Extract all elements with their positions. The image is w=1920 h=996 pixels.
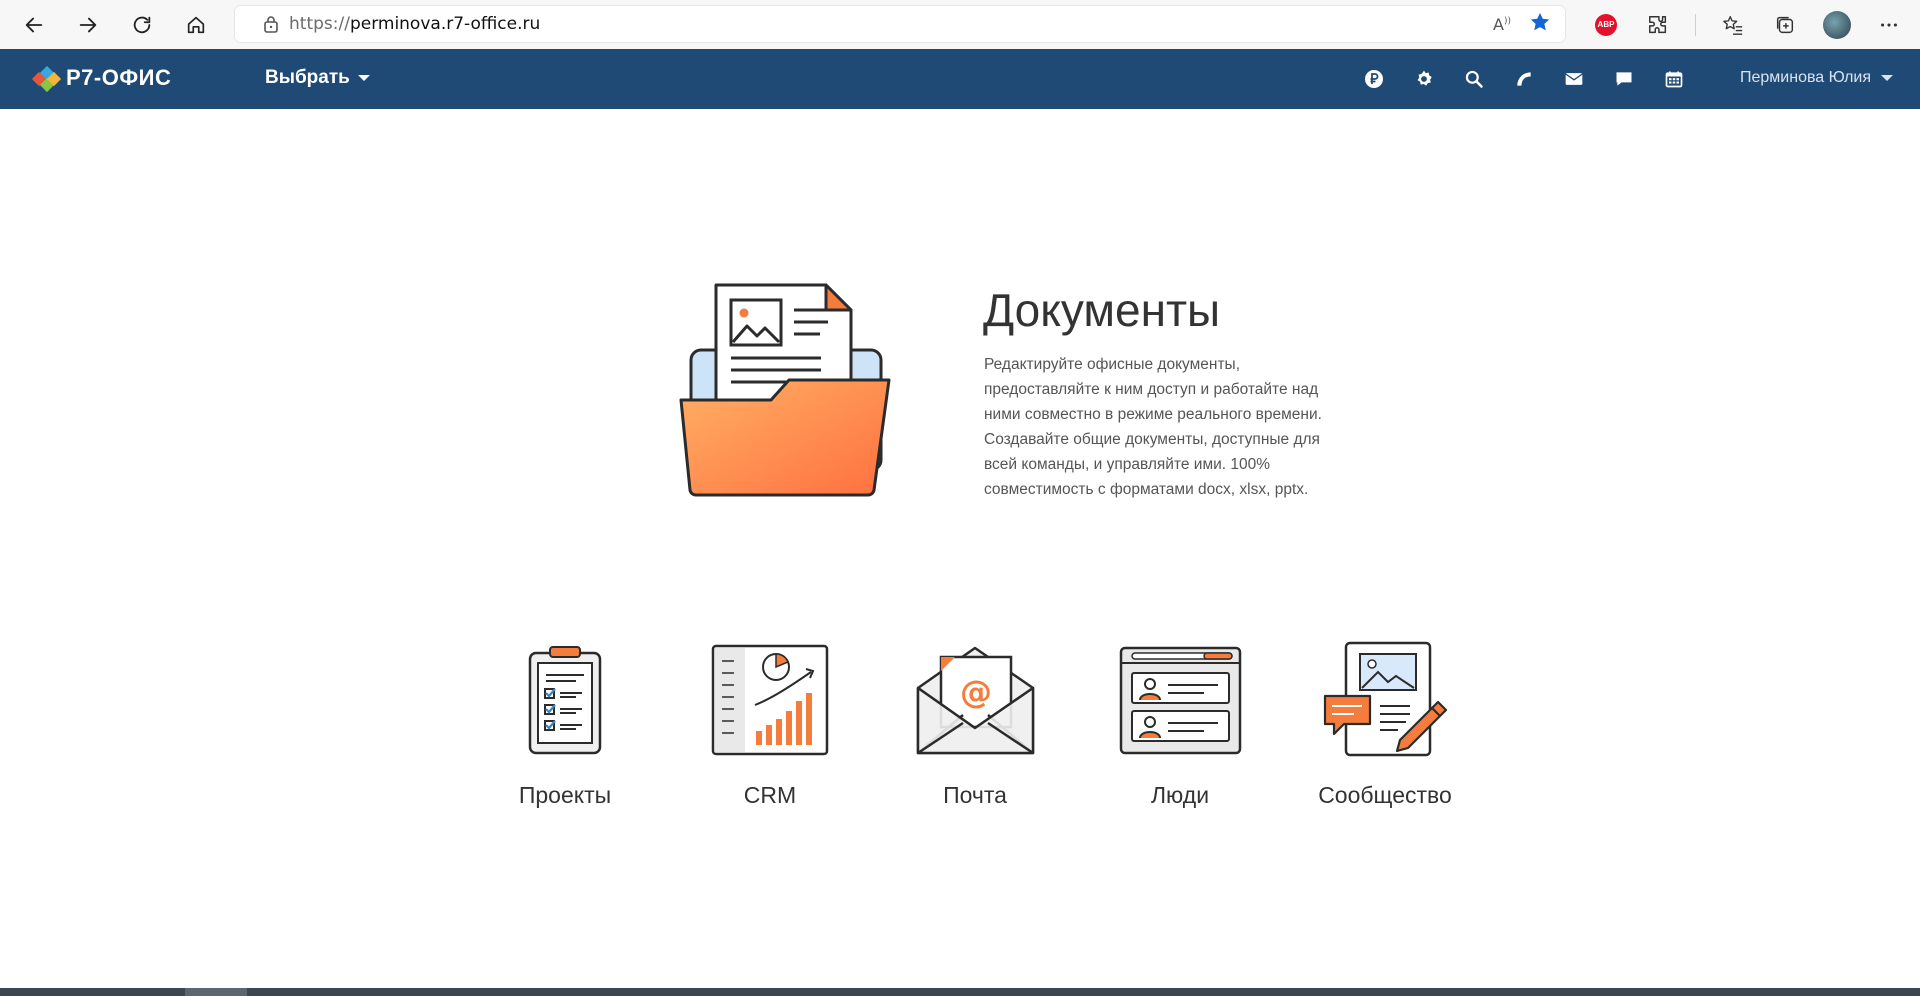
modules-grid: Проекты CRM @ Почта Люди Сообщество [480,640,1480,820]
url-text: https://perminova.r7-office.ru [289,14,541,34]
avatar [1823,10,1851,39]
address-bar[interactable]: https://perminova.r7-office.ru A)) [235,6,1565,42]
module-label: Проекты [518,782,612,808]
module-projects[interactable]: Проекты [480,640,650,809]
app-logo[interactable]: Р7-ОФИС [30,65,172,93]
chart-growth-icon [705,640,835,760]
adblock-extension-button[interactable]: ABP [1591,10,1621,40]
lock-icon[interactable] [253,15,289,33]
module-chooser-dropdown[interactable]: Выбрать [265,67,370,89]
forward-button[interactable] [64,5,112,45]
module-label: CRM [743,782,797,808]
caret-down-icon [1881,75,1894,81]
favorites-list-icon [1723,15,1743,35]
module-crm[interactable]: CRM [685,640,855,809]
logo-text: Р7-ОФИС [66,65,172,90]
profile-button[interactable] [1822,10,1852,40]
home-button[interactable] [172,5,220,45]
community-blog-icon [1320,640,1450,760]
read-aloud-icon[interactable]: A)) [1493,15,1511,34]
ellipsis-icon [1881,22,1897,27]
svg-text:@: @ [960,673,992,711]
ruble-icon[interactable] [1362,67,1386,91]
module-label: Люди [1150,782,1210,808]
collections-icon [1776,16,1794,33]
mail-icon[interactable] [1562,67,1586,91]
documents-illustration[interactable] [676,280,896,500]
people-cards-icon [1115,640,1245,760]
search-icon[interactable] [1462,67,1486,91]
chooser-label: Выбрать [265,67,350,88]
clipboard-checklist-icon [500,640,630,760]
envelope-at-icon: @ [910,640,1040,760]
caret-down-icon [357,75,370,81]
arrow-left-icon [25,17,43,32]
module-label: Сообщество [1318,782,1452,808]
hero-description: Редактируйте офисные документы, предоста… [984,356,1322,498]
user-menu[interactable]: Перминова Юлия [1740,69,1894,87]
favorites-button[interactable] [1718,10,1748,40]
favorite-star-icon[interactable] [1529,11,1551,38]
hero-title[interactable]: Документы [983,283,1220,337]
more-menu-button[interactable] [1874,10,1904,40]
arrow-right-icon [79,17,97,32]
module-community[interactable]: Сообщество [1300,640,1470,809]
user-name: Перминова Юлия [1740,69,1872,86]
adblock-icon: ABP [1595,13,1617,36]
browser-toolbar: https://perminova.r7-office.ru A)) ABP [0,0,1920,49]
toolbar-separator [1695,13,1696,36]
puzzle-icon [1649,15,1667,33]
module-people[interactable]: Люди [1095,640,1265,809]
chat-icon[interactable] [1612,67,1636,91]
module-mail[interactable]: @ Почта [890,640,1060,809]
calendar-icon[interactable] [1662,67,1686,91]
reload-icon [133,16,151,33]
collections-button[interactable] [1770,10,1800,40]
feed-icon[interactable] [1512,67,1536,91]
reload-button[interactable] [118,5,166,45]
module-label: Почта [943,782,1007,808]
home-icon [187,16,205,33]
horizontal-scrollbar[interactable] [0,988,1920,996]
scrollbar-thumb[interactable] [185,988,247,996]
app-header: Р7-ОФИС Выбрать Перминова Юлия [0,49,1920,109]
extensions-button[interactable] [1643,10,1673,40]
logo-icon [30,65,62,93]
back-button[interactable] [10,5,58,45]
gear-icon[interactable] [1412,67,1436,91]
